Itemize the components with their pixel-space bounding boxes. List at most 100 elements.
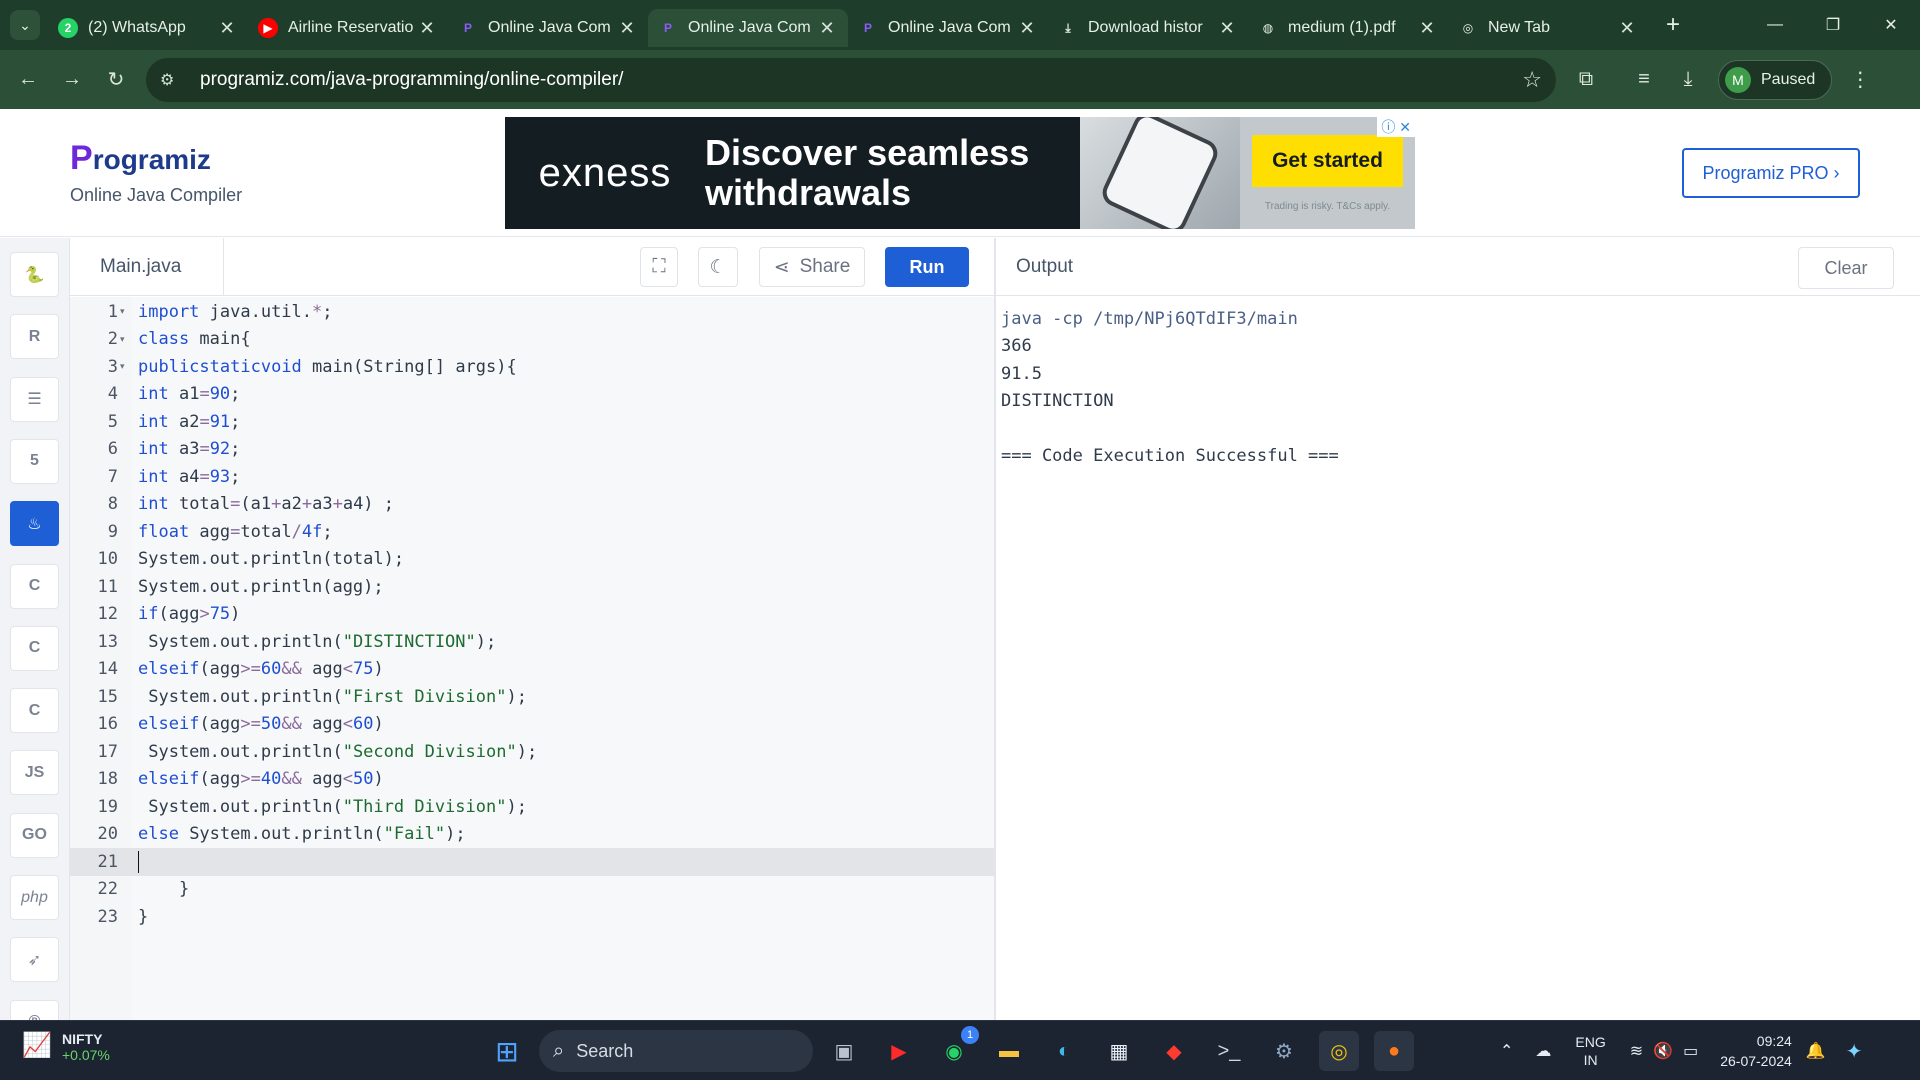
code-line[interactable]: } — [138, 903, 148, 931]
code-line[interactable]: if (agg >75) — [138, 601, 240, 629]
code-line[interactable]: int a2 = 91; — [138, 408, 240, 436]
whatsapp-icon[interactable]: ◉ 1 — [934, 1026, 979, 1071]
sql-icon[interactable]: ☰ — [10, 376, 59, 422]
tab-search-button[interactable]: ⌄ — [10, 10, 40, 40]
terminal-icon[interactable]: >_ — [1209, 1031, 1249, 1071]
close-tab-icon[interactable]: ✕ — [816, 18, 838, 39]
clock[interactable]: 09:24 26-07-2024 — [1720, 1031, 1792, 1071]
swift-icon[interactable]: ➶ — [10, 937, 59, 983]
code-line[interactable]: int total = (a1 + a2 + a3 + a4) ; — [138, 491, 394, 519]
address-bar[interactable]: ⚙ programiz.com/java-programming/online-… — [146, 57, 1556, 102]
browser-tab[interactable]: ⤓ Download histor ✕ — [1048, 9, 1248, 47]
browser-tab[interactable]: P Online Java Com ✕ — [648, 9, 848, 47]
close-tab-icon[interactable]: ✕ — [1216, 18, 1238, 39]
language-php-button[interactable]: php — [10, 875, 59, 920]
code-line[interactable]: import java.util. *; — [138, 298, 333, 326]
browser-tab[interactable]: P Online Java Com ✕ — [848, 9, 1048, 47]
close-tab-icon[interactable]: ✕ — [616, 18, 638, 39]
language-js-button[interactable]: JS — [10, 750, 59, 796]
taskbar-search[interactable]: ⌕ Search — [539, 1030, 813, 1072]
close-tab-icon[interactable]: ✕ — [1416, 18, 1438, 39]
browser-menu-icon[interactable]: ⋮ — [1838, 60, 1882, 100]
firefox-icon[interactable]: ● — [1374, 1031, 1414, 1071]
input-language[interactable]: ENG IN — [1575, 1033, 1605, 1069]
browser-tab[interactable]: ◎ New Tab ✕ — [1448, 9, 1648, 47]
dark-mode-icon[interactable]: ☾ — [698, 247, 738, 287]
edge-icon[interactable]: ◐ — [1044, 1031, 1084, 1071]
close-tab-icon[interactable]: ✕ — [1616, 18, 1638, 39]
code-line[interactable]: float agg = total/4f; — [138, 518, 333, 546]
browser-tab[interactable]: ◍ medium (1).pdf ✕ — [1248, 9, 1448, 47]
code-line[interactable]: int a1 = 90; — [138, 381, 240, 409]
downloads-icon[interactable]: ⤓ — [1666, 60, 1710, 100]
run-button[interactable]: Run — [885, 247, 969, 287]
advertisement-banner[interactable]: exness Discover seamless withdrawals Get… — [505, 117, 1415, 229]
volume-muted-icon[interactable]: 🔇 — [1653, 1041, 1673, 1061]
code-line[interactable]: class main{ — [138, 326, 251, 354]
close-tab-icon[interactable]: ✕ — [416, 18, 438, 39]
settings-icon[interactable]: ⚙ — [1264, 1031, 1304, 1071]
browser-tab[interactable]: P Online Java Com ✕ — [448, 9, 648, 47]
close-tab-icon[interactable]: ✕ — [216, 18, 238, 39]
bookmark-star-icon[interactable]: ☆ — [1522, 67, 1542, 93]
notification-bell-icon[interactable]: 🔔 — [1806, 1041, 1826, 1061]
fold-toggle-icon[interactable]: ▾ — [120, 353, 130, 381]
rust-icon[interactable]: ® — [10, 999, 59, 1020]
programiz-logo[interactable]: Programiz — [70, 139, 211, 178]
browser-tab[interactable]: ▶ Airline Reservatio ✕ — [248, 9, 448, 47]
r-icon[interactable]: R — [10, 314, 59, 360]
reading-list-icon[interactable]: ≡ — [1622, 60, 1666, 100]
close-tab-icon[interactable]: ✕ — [1016, 18, 1038, 39]
csharp-icon[interactable]: C — [10, 688, 59, 734]
code-line[interactable]: System.out.println("DISTINCTION"); — [138, 628, 496, 656]
copilot-icon[interactable]: ✦ — [1846, 1039, 1863, 1064]
browser-tab[interactable]: 2 (2) WhatsApp ✕ — [48, 9, 248, 47]
file-explorer-icon[interactable]: ▬ — [989, 1031, 1029, 1071]
language-go-button[interactable]: GO — [10, 812, 59, 858]
youtube-icon[interactable]: ▶ — [879, 1031, 919, 1071]
microsoft-store-icon[interactable]: ▦ — [1099, 1031, 1139, 1071]
forward-button[interactable]: → — [50, 60, 94, 100]
java-icon[interactable]: ♨ — [10, 501, 59, 547]
code-line[interactable]: int a4 = 93; — [138, 463, 240, 491]
reload-button[interactable]: ↻ — [94, 60, 138, 100]
restore-button[interactable]: ❐ — [1804, 0, 1862, 50]
extensions-icon[interactable]: ⧉ — [1564, 60, 1608, 100]
code-line[interactable]: else System.out.println("Fail"); — [138, 821, 466, 849]
programiz-pro-button[interactable]: Programiz PRO › — [1682, 148, 1860, 198]
stock-ticker-widget[interactable]: 📈 NIFTY +0.07% — [22, 1031, 110, 1063]
c-icon[interactable]: C — [10, 563, 59, 609]
site-info-icon[interactable]: ⚙ — [160, 70, 186, 90]
cpp-icon[interactable]: C — [10, 625, 59, 671]
fullscreen-icon[interactable]: ⛶ — [640, 247, 678, 287]
code-line[interactable]: System.out.println("First Division"); — [138, 683, 527, 711]
close-window-button[interactable]: ✕ — [1862, 0, 1920, 50]
profile-button[interactable]: M Paused — [1718, 59, 1833, 100]
windows-start-icon[interactable]: ⊞ — [487, 1031, 527, 1071]
code-line[interactable]: System.out.println(agg); — [138, 573, 384, 601]
code-line[interactable]: else if (agg >= 40 && agg <50) — [138, 766, 384, 794]
back-button[interactable]: ← — [6, 60, 50, 100]
onedrive-icon[interactable]: ☁ — [1535, 1041, 1551, 1061]
code-line[interactable]: else if (agg >= 60 && agg <75) — [138, 656, 384, 684]
code-line[interactable]: System.out.println(total); — [138, 546, 404, 574]
code-line[interactable]: else if (agg >= 50 && agg <60) — [138, 711, 384, 739]
ad-cta-button[interactable]: Get started — [1252, 134, 1403, 187]
share-button[interactable]: ⋖ Share — [759, 247, 865, 287]
fold-toggle-icon[interactable]: ▾ — [120, 298, 130, 326]
minimize-button[interactable]: — — [1746, 0, 1804, 50]
adchoices-icon[interactable]: ⓘ ✕ — [1377, 117, 1415, 137]
url-text[interactable]: programiz.com/java-programming/online-co… — [200, 69, 1522, 91]
chrome-icon[interactable]: ◎ — [1319, 1031, 1359, 1071]
clear-output-button[interactable]: Clear — [1798, 247, 1894, 289]
code-line[interactable]: public static void main(String[] args){ — [138, 353, 517, 381]
code-line[interactable]: System.out.println("Third Division"); — [138, 793, 527, 821]
anydesk-icon[interactable]: ◆ — [1154, 1031, 1194, 1071]
file-tab-main-java[interactable]: Main.java — [70, 238, 224, 296]
wifi-icon[interactable]: ≋ — [1630, 1041, 1643, 1061]
task-view-icon[interactable]: ▣ — [824, 1031, 864, 1071]
code-line[interactable]: System.out.println("Second Division"); — [138, 738, 537, 766]
code-line[interactable]: int a3 = 92; — [138, 436, 240, 464]
python-icon[interactable]: 🐍 — [10, 252, 59, 297]
tray-overflow-icon[interactable]: ⌃ — [1500, 1041, 1513, 1061]
